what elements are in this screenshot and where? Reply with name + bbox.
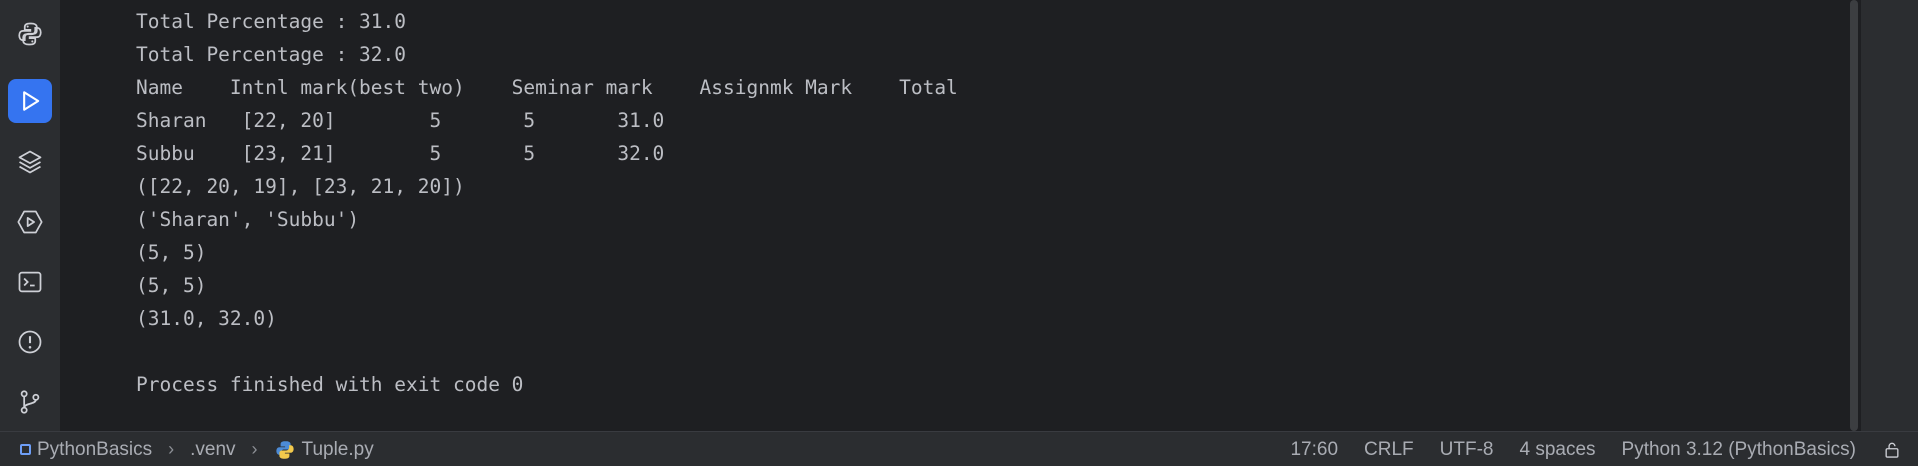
version-control-tool-button[interactable] (8, 380, 52, 424)
status-widgets: 17:60 CRLF UTF-8 4 spaces Python 3.12 (P… (1290, 432, 1918, 466)
lock-icon[interactable] (1882, 440, 1902, 460)
line-separator[interactable]: CRLF (1364, 439, 1414, 461)
module-icon (20, 444, 31, 455)
console-line: (5, 5) (136, 241, 207, 264)
indent-setting[interactable]: 4 spaces (1519, 439, 1595, 461)
services-icon (17, 210, 43, 234)
breadcrumb-venv[interactable]: .venv (190, 439, 235, 461)
breadcrumb-project-label: PythonBasics (37, 438, 153, 460)
chevron-right-icon: › (251, 439, 258, 459)
python-console-button[interactable] (8, 12, 52, 56)
console-line: ('Sharan', 'Subbu') (136, 208, 360, 231)
python-interpreter[interactable]: Python 3.12 (PythonBasics) (1622, 439, 1856, 461)
layers-icon (18, 150, 42, 174)
console-gutter (61, 0, 120, 431)
console-line: (5, 5) (136, 274, 207, 297)
breadcrumb-venv-label: .venv (190, 438, 236, 460)
file-encoding[interactable]: UTF-8 (1440, 439, 1494, 461)
console-line: Subbu [23, 21] 5 5 32.0 (136, 142, 665, 165)
status-bar: PythonBasics › .venv › Tuple.py 17:60 CR… (0, 431, 1918, 466)
console-line: ([22, 20, 19], [23, 21, 20]) (136, 175, 465, 198)
terminal-tool-button[interactable] (8, 260, 52, 304)
run-icon (23, 91, 40, 111)
run-tool-button[interactable] (8, 79, 52, 123)
console-line: Sharan [22, 20] 5 5 31.0 (136, 109, 665, 132)
python-icon (18, 22, 42, 46)
terminal-icon (18, 271, 42, 293)
breadcrumb-file[interactable]: Tuple.py (274, 439, 374, 461)
tool-window-strip (0, 0, 61, 431)
breadcrumb-file-label: Tuple.py (301, 438, 374, 460)
console-scrollbar-thumb[interactable] (1850, 0, 1858, 431)
right-tool-strip (1860, 0, 1918, 431)
breadcrumb-project[interactable]: PythonBasics (20, 439, 152, 461)
problems-tool-button[interactable] (8, 320, 52, 364)
console-line: Total Percentage : 31.0 (136, 10, 407, 33)
ide-window: Total Percentage : 31.0 Total Percentage … (0, 0, 1918, 466)
process-exit-message: Process finished with exit code 0 (136, 373, 524, 396)
console-line: (31.0, 32.0) (136, 307, 277, 330)
git-icon (20, 390, 40, 414)
layers-tool-button[interactable] (8, 140, 52, 184)
console-line: Total Percentage : 32.0 (136, 43, 407, 66)
problems-icon (18, 330, 42, 354)
caret-position[interactable]: 17:60 (1290, 439, 1338, 461)
python-file-icon (275, 440, 294, 459)
console-line: Name Intnl mark(best two) Seminar mark A… (136, 76, 958, 99)
breadcrumb: PythonBasics › .venv › Tuple.py (20, 432, 374, 466)
services-tool-button[interactable] (8, 200, 52, 244)
chevron-right-icon: › (168, 439, 175, 459)
run-console-output[interactable]: Total Percentage : 31.0 Total Percentage … (120, 0, 1846, 431)
